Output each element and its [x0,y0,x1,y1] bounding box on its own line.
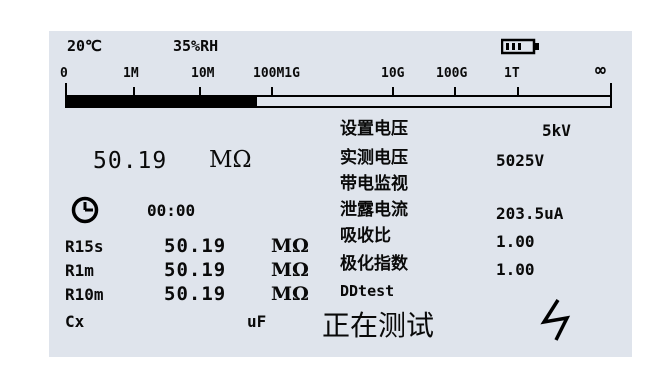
scale-tick [454,87,456,95]
row-value-r15s: 50.19 [164,235,227,257]
temperature-readout: 20℃ [67,37,102,55]
humidity-readout: 35%RH [173,37,219,55]
capacitance-unit: uF [247,312,267,331]
row-unit-r1m: MΩ [271,259,309,281]
main-resistance-unit: MΩ [209,147,252,173]
battery-icon [501,38,539,55]
param-label-live-monitor: 带电监视 [340,174,408,194]
scale-tick [199,87,201,95]
resistance-bar-fill [67,97,258,106]
scale-label-infinity: ∞ [595,60,606,81]
row-unit-r10m: MΩ [271,283,309,305]
row-label-r10m: R10m [65,285,104,304]
param-value-measured-voltage: 5025V [496,151,545,170]
scale-tick [65,83,67,95]
scale-tick [392,87,394,95]
scale-label: 10G [381,66,405,81]
scale-label: 100G [436,66,468,81]
param-value-leakage-current: 203.5uA [496,204,564,223]
scale-label: 0 [60,66,68,81]
scale-tick [271,87,273,95]
row-value-r10m: 50.19 [164,283,227,305]
param-value-set-voltage: 5kV [542,121,571,140]
param-label-leakage-current: 泄露电流 [340,200,408,220]
param-label-set-voltage: 设置电压 [340,119,408,139]
lcd-screen: 20℃ 35%RH 0 1M 10M 100M1G 10G 100G 1T ∞ … [49,31,632,357]
scale-label: 10M [191,66,215,81]
scale-tick [517,87,519,95]
row-label-r15s: R15s [65,237,104,256]
row-value-r1m: 50.19 [164,259,227,281]
row-unit-r15s: MΩ [271,235,309,257]
param-label-absorption-ratio: 吸收比 [340,226,391,246]
param-value-absorption-ratio: 1.00 [496,232,535,251]
scale-label: 1M [123,66,139,81]
high-voltage-icon [540,299,571,341]
resistance-bar [65,95,612,108]
elapsed-time: 00:00 [147,201,196,220]
test-name: DDtest [340,282,395,300]
scale-label: 100M1G [253,66,300,81]
scale-tick [133,87,135,95]
param-value-polarization-index: 1.00 [496,260,535,279]
scale-label: 1T [504,66,520,81]
row-label-r1m: R1m [65,261,94,280]
status-text: 正在测试 [322,309,435,342]
scale-tick [610,83,612,95]
param-label-measured-voltage: 实测电压 [340,148,408,168]
main-resistance-value: 50.19 [93,148,168,174]
clock-icon [71,196,99,224]
capacitance-label: Cx [65,312,85,331]
param-label-polarization-index: 极化指数 [340,254,408,274]
